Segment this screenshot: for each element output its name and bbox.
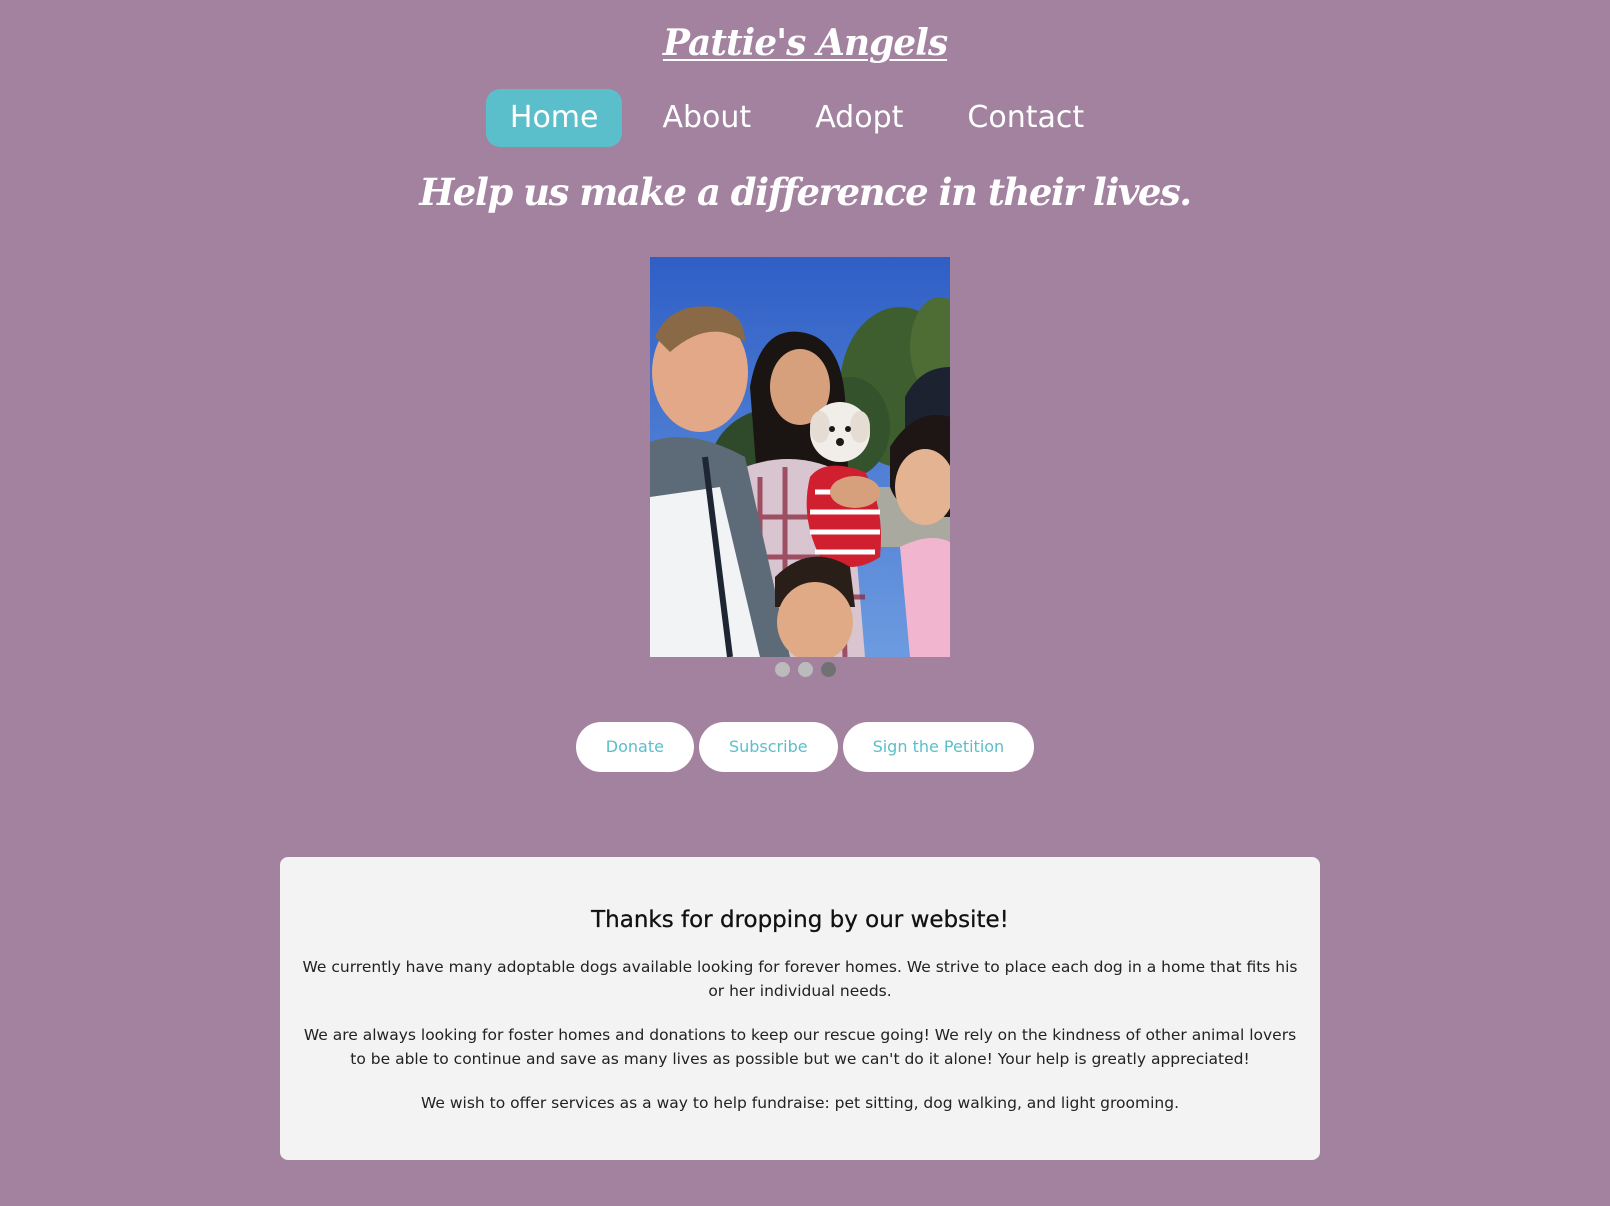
welcome-card: Thanks for dropping by our website! We c…: [280, 857, 1320, 1160]
slide-dot-3[interactable]: [820, 662, 836, 677]
nav-adopt[interactable]: Adopt: [791, 89, 927, 147]
call-to-action-row: Donate Subscribe Sign the Petition: [0, 722, 1610, 772]
donate-button[interactable]: Donate: [575, 722, 694, 772]
welcome-heading: Thanks for dropping by our website!: [591, 907, 1009, 933]
nav-home[interactable]: Home: [485, 89, 623, 147]
welcome-paragraph-1: We currently have many adoptable dogs av…: [302, 958, 1298, 1000]
site-title-link[interactable]: Pattie's Angels: [663, 22, 948, 64]
tagline: Help us make a difference in their lives…: [419, 170, 1192, 214]
subscribe-button[interactable]: Subscribe: [698, 722, 838, 772]
family-with-dog-photo: [650, 257, 950, 657]
main-nav: Home About Adopt Contact: [0, 89, 1610, 147]
slide-dot-2[interactable]: [797, 662, 813, 677]
nav-about[interactable]: About: [638, 89, 775, 147]
nav-contact[interactable]: Contact: [943, 89, 1108, 147]
sign-petition-button[interactable]: Sign the Petition: [842, 722, 1035, 772]
welcome-paragraph-3: We wish to offer services as a way to he…: [420, 1094, 1179, 1112]
site-title: Pattie's Angels: [0, 22, 1610, 64]
slideshow: [650, 257, 950, 657]
slide-dot-1[interactable]: [774, 662, 790, 677]
slide-indicators: [0, 662, 1610, 677]
welcome-paragraph-2: We are always looking for foster homes a…: [303, 1026, 1297, 1068]
